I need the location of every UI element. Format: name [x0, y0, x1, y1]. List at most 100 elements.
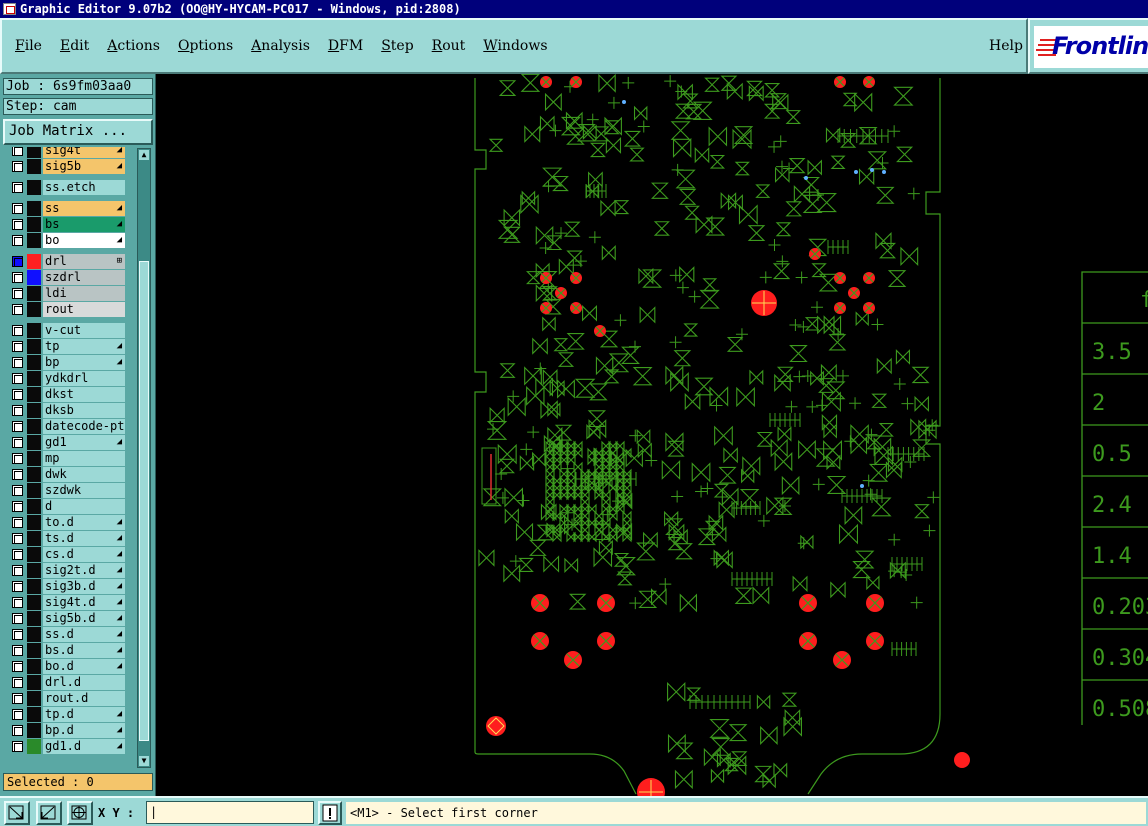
- layer-checkbox[interactable]: [12, 549, 23, 560]
- layer-color-swatch[interactable]: [27, 435, 41, 450]
- layer-color-swatch[interactable]: [27, 323, 41, 338]
- menu-actions[interactable]: Actions: [98, 38, 169, 54]
- layer-name[interactable]: bo.d ◢: [43, 659, 125, 674]
- layer-name[interactable]: ss.etch: [43, 180, 125, 195]
- zoom-window-button[interactable]: [4, 801, 30, 825]
- layer-name[interactable]: ts.d ◢: [43, 531, 125, 546]
- layer-checkbox[interactable]: [12, 709, 23, 720]
- layer-color-swatch[interactable]: [27, 371, 41, 386]
- layer-color-swatch[interactable]: [27, 339, 41, 354]
- alert-button[interactable]: [318, 801, 342, 825]
- layer-checkbox[interactable]: [12, 256, 23, 267]
- layer-row-ts.d[interactable]: ts.d ◢: [7, 531, 127, 546]
- layer-name[interactable]: tp.d ◢: [43, 707, 125, 722]
- layer-color-swatch[interactable]: [27, 403, 41, 418]
- layer-name[interactable]: gd1.d ◢: [43, 739, 125, 754]
- layer-name[interactable]: dwk: [43, 467, 125, 482]
- layer-row-drl[interactable]: drl ⊞: [7, 254, 127, 269]
- layer-checkbox[interactable]: [12, 629, 23, 640]
- layer-row-ss[interactable]: ss ◢: [7, 201, 127, 216]
- layer-row-cs.d[interactable]: cs.d ◢: [7, 547, 127, 562]
- layer-checkbox[interactable]: [12, 725, 23, 736]
- layer-checkbox[interactable]: [12, 597, 23, 608]
- layer-row-ydkdrl[interactable]: ydkdrl: [7, 371, 127, 386]
- layer-name[interactable]: bp ◢: [43, 355, 125, 370]
- layer-color-swatch[interactable]: [27, 627, 41, 642]
- layer-row-bp[interactable]: bp ◢: [7, 355, 127, 370]
- layer-row-szdwk[interactable]: szdwk: [7, 483, 127, 498]
- layer-name[interactable]: ss.d ◢: [43, 627, 125, 642]
- layer-checkbox[interactable]: [12, 581, 23, 592]
- layer-name[interactable]: ss ◢: [43, 201, 125, 216]
- menu-options[interactable]: Options: [169, 38, 242, 54]
- layer-checkbox[interactable]: [12, 405, 23, 416]
- scroll-up-icon[interactable]: ▲: [139, 150, 149, 160]
- layer-checkbox[interactable]: [12, 219, 23, 230]
- layer-checkbox[interactable]: [12, 373, 23, 384]
- layer-color-swatch[interactable]: [27, 270, 41, 285]
- layer-checkbox[interactable]: [12, 469, 23, 480]
- layer-row-bs[interactable]: bs ◢: [7, 217, 127, 232]
- layer-row-gd1[interactable]: gd1 ◢: [7, 435, 127, 450]
- layer-checkbox[interactable]: [12, 565, 23, 576]
- layer-color-swatch[interactable]: [27, 451, 41, 466]
- grid-button[interactable]: [67, 801, 93, 825]
- menu-edit[interactable]: Edit: [51, 38, 98, 54]
- layer-row-drl.d[interactable]: drl.d: [7, 675, 127, 690]
- layer-color-swatch[interactable]: [27, 499, 41, 514]
- layer-checkbox[interactable]: [12, 421, 23, 432]
- layer-row-to.d[interactable]: to.d ◢: [7, 515, 127, 530]
- menu-analysis[interactable]: Analysis: [242, 38, 319, 54]
- layer-row-dksb[interactable]: dksb: [7, 403, 127, 418]
- layer-row-d[interactable]: d: [7, 499, 127, 514]
- menu-file[interactable]: File: [6, 38, 51, 54]
- menu-windows[interactable]: Windows: [474, 38, 556, 54]
- layer-row-sig4t.d[interactable]: sig4t.d ◢: [7, 595, 127, 610]
- layer-row-rout[interactable]: rout: [7, 302, 127, 317]
- layer-color-swatch[interactable]: [27, 180, 41, 195]
- layer-color-swatch[interactable]: [27, 302, 41, 317]
- layer-row-bo[interactable]: bo ◢: [7, 233, 127, 248]
- layer-color-swatch[interactable]: [27, 515, 41, 530]
- layer-row-tp[interactable]: tp ◢: [7, 339, 127, 354]
- layer-color-swatch[interactable]: [27, 723, 41, 738]
- layer-checkbox[interactable]: [12, 661, 23, 672]
- layer-checkbox[interactable]: [12, 182, 23, 193]
- layer-name[interactable]: rout: [43, 302, 125, 317]
- layer-name[interactable]: sig5b.d ◢: [43, 611, 125, 626]
- layer-row-v-cut[interactable]: v-cut: [7, 323, 127, 338]
- layer-color-swatch[interactable]: [27, 483, 41, 498]
- layer-color-swatch[interactable]: [27, 547, 41, 562]
- layer-row-bp.d[interactable]: bp.d ◢: [7, 723, 127, 738]
- layer-name[interactable]: bp.d ◢: [43, 723, 125, 738]
- layer-checkbox[interactable]: [12, 741, 23, 752]
- menu-rout[interactable]: Rout: [423, 38, 475, 54]
- layer-color-swatch[interactable]: [27, 147, 41, 158]
- layer-color-swatch[interactable]: [27, 467, 41, 482]
- layer-name[interactable]: drl ⊞: [43, 254, 125, 269]
- layer-row-gd1.d[interactable]: gd1.d ◢: [7, 739, 127, 754]
- layer-checkbox[interactable]: [12, 485, 23, 496]
- layer-scrollbar[interactable]: ▲ ▼: [137, 148, 151, 768]
- layer-color-swatch[interactable]: [27, 159, 41, 174]
- layer-name[interactable]: cs.d ◢: [43, 547, 125, 562]
- layer-row-rout.d[interactable]: rout.d: [7, 691, 127, 706]
- layer-row-sig5b.d[interactable]: sig5b.d ◢: [7, 611, 127, 626]
- layer-name[interactable]: tp ◢: [43, 339, 125, 354]
- layer-name[interactable]: ydkdrl: [43, 371, 125, 386]
- layer-checkbox[interactable]: [12, 203, 23, 214]
- layer-name[interactable]: d: [43, 499, 125, 514]
- layer-name[interactable]: sig5b ◢: [43, 159, 125, 174]
- layer-color-swatch[interactable]: [27, 233, 41, 248]
- job-matrix-button[interactable]: Job Matrix ...: [3, 119, 153, 145]
- layer-row-ss.etch[interactable]: ss.etch: [7, 180, 127, 195]
- layer-checkbox[interactable]: [12, 613, 23, 624]
- layer-name[interactable]: drl.d: [43, 675, 125, 690]
- layer-name[interactable]: dkst: [43, 387, 125, 402]
- layer-name[interactable]: ldi: [43, 286, 125, 301]
- layer-row-szdrl[interactable]: szdrl: [7, 270, 127, 285]
- layer-name[interactable]: bo ◢: [43, 233, 125, 248]
- layer-name[interactable]: mp: [43, 451, 125, 466]
- layer-name[interactable]: sig4t.d ◢: [43, 595, 125, 610]
- layer-checkbox[interactable]: [12, 304, 23, 315]
